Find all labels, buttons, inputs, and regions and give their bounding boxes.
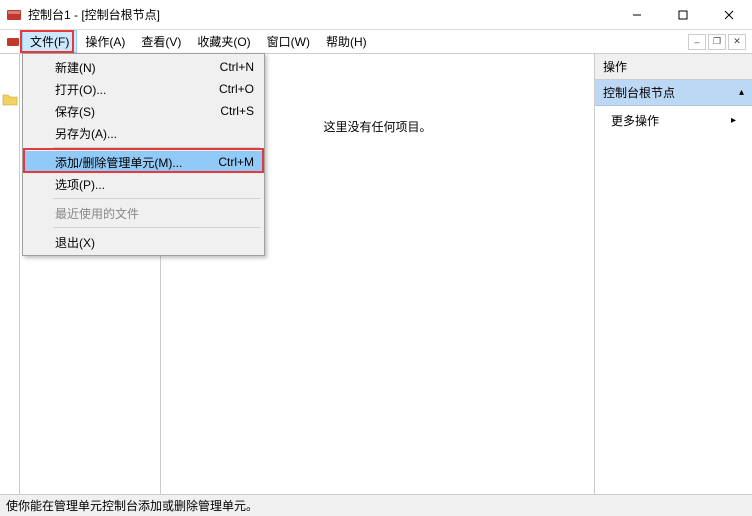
empty-text: 这里没有任何项目。	[323, 120, 431, 134]
menu-window-label: 窗口(W)	[267, 33, 310, 50]
menu-view-label: 查看(V)	[141, 33, 181, 50]
menu-file-label: 文件(F)	[30, 33, 69, 50]
menu-snapin-label: 添加/删除管理单元(M)...	[55, 154, 182, 171]
title-bar: 控制台1 - [控制台根节点]	[0, 0, 752, 30]
file-dropdown: 新建(N) Ctrl+N 打开(O)... Ctrl+O 保存(S) Ctrl+…	[22, 53, 265, 256]
toolbar-strip	[0, 54, 20, 494]
menu-options-label: 选项(P)...	[55, 176, 105, 193]
menu-action[interactable]: 操作(A)	[77, 30, 133, 53]
mdi-minimize-button[interactable]: ‒	[688, 34, 706, 50]
menu-options[interactable]: 选项(P)...	[25, 173, 262, 195]
actions-more-label: 更多操作	[611, 112, 659, 129]
menu-snapin-shortcut: Ctrl+M	[218, 155, 254, 169]
folder-icon	[2, 92, 18, 106]
menu-recent-label: 最近使用的文件	[55, 205, 139, 222]
menu-saveas[interactable]: 另存为(A)...	[25, 122, 262, 144]
actions-panel: 操作 控制台根节点 ▴ 更多操作 ▸	[594, 54, 752, 494]
menu-new-label: 新建(N)	[55, 59, 96, 76]
minimize-button[interactable]	[614, 0, 660, 30]
menu-favorites[interactable]: 收藏夹(O)	[189, 30, 258, 53]
menu-save-label: 保存(S)	[55, 103, 95, 120]
chevron-up-icon: ▴	[739, 87, 744, 98]
menu-file[interactable]: 文件(F)	[22, 30, 77, 53]
menu-open-shortcut: Ctrl+O	[219, 82, 254, 96]
menu-view[interactable]: 查看(V)	[133, 30, 189, 53]
menu-new-shortcut: Ctrl+N	[220, 60, 254, 74]
actions-more[interactable]: 更多操作 ▸	[595, 106, 752, 135]
chevron-right-icon: ▸	[731, 115, 736, 126]
menu-fav-label: 收藏夹(O)	[197, 33, 250, 50]
menu-action-label: 操作(A)	[85, 33, 125, 50]
close-button[interactable]	[706, 0, 752, 30]
menu-new[interactable]: 新建(N) Ctrl+N	[25, 56, 262, 78]
mdi-restore-button[interactable]: ❐	[708, 34, 726, 50]
menu-add-remove-snapin[interactable]: 添加/删除管理单元(M)... Ctrl+M	[25, 151, 262, 173]
menu-open-label: 打开(O)...	[55, 81, 106, 98]
menu-separator-1	[53, 147, 260, 148]
status-bar: 使你能在管理单元控制台添加或删除管理单元。	[0, 494, 752, 516]
menu-help-label: 帮助(H)	[326, 33, 367, 50]
maximize-button[interactable]	[660, 0, 706, 30]
menu-separator-2	[53, 198, 260, 199]
menu-recent: 最近使用的文件	[25, 202, 262, 224]
menu-save[interactable]: 保存(S) Ctrl+S	[25, 100, 262, 122]
menubar: 文件(F) 操作(A) 查看(V) 收藏夹(O) 窗口(W) 帮助(H) ‒ ❐…	[0, 30, 752, 54]
actions-section[interactable]: 控制台根节点 ▴	[595, 80, 752, 106]
app-icon	[6, 7, 22, 23]
actions-header: 操作	[595, 54, 752, 80]
menu-open[interactable]: 打开(O)... Ctrl+O	[25, 78, 262, 100]
mdi-close-button[interactable]: ✕	[728, 34, 746, 50]
window-title: 控制台1 - [控制台根节点]	[28, 6, 614, 23]
menu-separator-3	[53, 227, 260, 228]
menu-save-shortcut: Ctrl+S	[220, 104, 254, 118]
menu-saveas-label: 另存为(A)...	[55, 125, 117, 142]
actions-section-label: 控制台根节点	[603, 84, 675, 101]
mdi-window-buttons: ‒ ❐ ✕	[688, 30, 752, 53]
status-text: 使你能在管理单元控制台添加或删除管理单元。	[6, 497, 258, 514]
menu-exit[interactable]: 退出(X)	[25, 231, 262, 253]
menu-help[interactable]: 帮助(H)	[318, 30, 375, 53]
menu-window[interactable]: 窗口(W)	[259, 30, 318, 53]
menu-exit-label: 退出(X)	[55, 234, 95, 251]
menubar-app-icon	[4, 30, 22, 53]
